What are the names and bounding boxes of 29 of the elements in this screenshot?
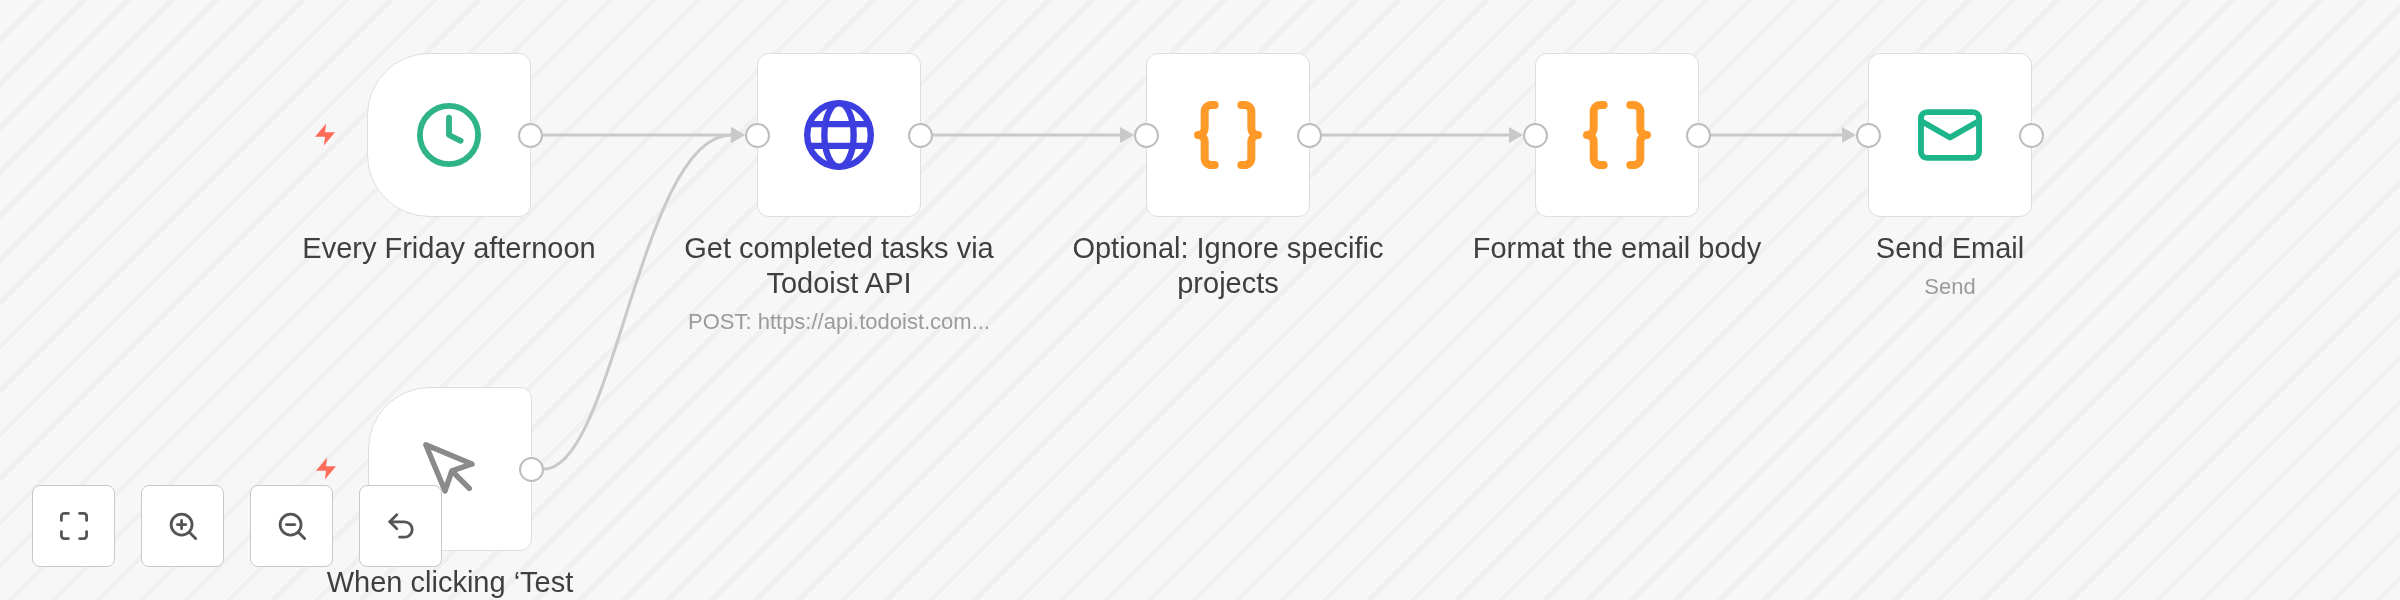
node-subtitle: POST: https://api.todoist.com... — [688, 308, 990, 336]
undo-icon — [386, 512, 415, 540]
zoom-out-button[interactable] — [250, 485, 333, 567]
globe-icon — [804, 100, 874, 170]
node-label: Format the email body — [1472, 231, 1762, 266]
braces-icon — [1194, 100, 1262, 170]
trigger-node[interactable] — [367, 53, 531, 217]
workflow-node[interactable] — [757, 53, 921, 217]
workflow-node[interactable] — [1535, 53, 1699, 217]
lightning-icon — [316, 457, 336, 480]
workflow-node[interactable] — [1868, 53, 2032, 217]
node-label: Optional: Ignore specific projects — [1071, 231, 1385, 301]
node-label: Every Friday afternoon — [302, 231, 596, 266]
frame-corners-icon — [59, 512, 88, 540]
zoom-in-icon — [168, 512, 197, 540]
zoom-in-button[interactable] — [141, 485, 224, 567]
node-label: When clicking ‘Test — [326, 565, 574, 600]
lightning-icon — [315, 123, 335, 146]
clock-icon — [417, 103, 481, 167]
reset-zoom-button[interactable] — [359, 485, 442, 567]
node-subtitle: Send — [1924, 273, 1976, 301]
braces-icon — [1583, 100, 1651, 170]
zoom-out-icon — [277, 512, 306, 540]
cursor-icon — [422, 441, 478, 497]
node-label: Get completed tasks via Todoist API — [683, 231, 995, 301]
fit-view-button[interactable] — [32, 485, 115, 567]
envelope-icon — [1918, 109, 1982, 161]
workflow-node[interactable] — [1146, 53, 1310, 217]
node-label: Send Email — [1875, 231, 2025, 266]
